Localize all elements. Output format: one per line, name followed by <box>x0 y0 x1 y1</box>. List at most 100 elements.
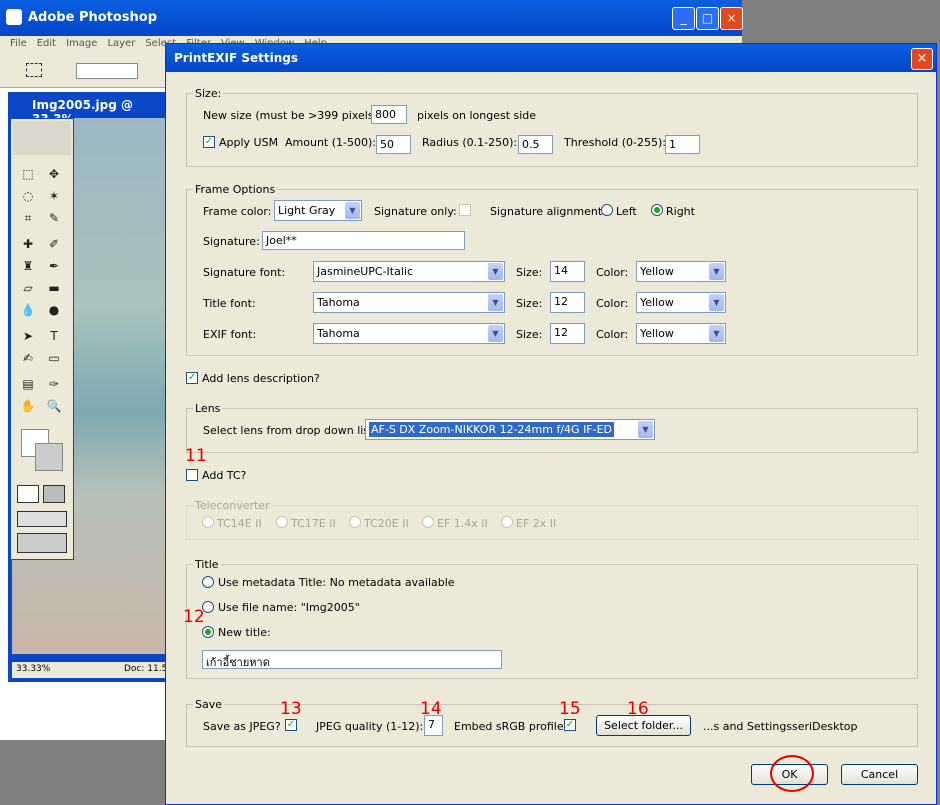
zoom-level[interactable]: 33.33% <box>16 664 50 674</box>
minimize-icon[interactable]: _ <box>672 7 695 30</box>
title-color-value: Yellow <box>640 296 674 309</box>
signature-only-checkbox[interactable] <box>459 204 471 216</box>
move-tool-icon[interactable]: ✥ <box>43 165 65 183</box>
healing-brush-icon[interactable]: ✚ <box>17 235 39 253</box>
selection-mode-icon[interactable] <box>76 63 138 79</box>
title-font-select[interactable]: Tahoma ▼ <box>313 292 505 313</box>
photoshop-feather-icon <box>13 121 71 155</box>
eraser-tool-icon[interactable]: ▱ <box>17 279 39 297</box>
standard-mode-icon[interactable] <box>17 485 39 503</box>
add-lens-label: Add lens description? <box>202 372 320 385</box>
embed-srgb-checkbox[interactable]: ✓ <box>564 719 576 731</box>
close-icon[interactable]: × <box>911 48 933 70</box>
gradient-tool-icon[interactable]: ▬ <box>43 279 65 297</box>
signature-color-value: Yellow <box>640 265 674 278</box>
chevron-down-icon[interactable]: ▼ <box>345 202 360 219</box>
amount-input[interactable]: 50 <box>376 135 411 154</box>
stamp-tool-icon[interactable]: ♜ <box>17 257 39 275</box>
marquee-option-icon[interactable] <box>26 63 42 77</box>
new-size-input[interactable]: 800 <box>371 105 407 124</box>
dodge-tool-icon[interactable]: ● <box>43 301 65 319</box>
ef14x-radio[interactable] <box>422 516 434 528</box>
signature-size-label: Size: <box>516 266 543 279</box>
shape-tool-icon[interactable]: ▭ <box>43 349 65 367</box>
align-right-label: Right <box>666 205 695 218</box>
photoshop-titlebar: Adobe Photoshop _ □ × <box>0 0 743 36</box>
threshold-label: Threshold (0-255): <box>564 136 666 149</box>
align-right-radio[interactable] <box>651 204 663 216</box>
magic-wand-icon[interactable]: ✶ <box>43 187 65 205</box>
photoshop-app-icon <box>6 9 22 25</box>
exif-font-select[interactable]: Tahoma ▼ <box>313 323 505 344</box>
radius-input[interactable]: 0.5 <box>518 135 553 154</box>
metadata-title-radio[interactable] <box>202 576 214 588</box>
path-select-icon[interactable]: ➤ <box>17 327 39 345</box>
chevron-down-icon[interactable]: ▼ <box>709 325 724 342</box>
annotation-13: 13 <box>280 699 302 719</box>
zoom-tool-icon[interactable]: 🔍 <box>43 397 65 415</box>
background-color-swatch[interactable] <box>35 443 63 471</box>
toolbox: ⬚ ✥ ◌ ✶ ⌗ ✎ ✚ ✐ ♜ ✒ ▱ ▬ 💧 ● ➤ T ✍ ▭ ▤ ✑ … <box>10 118 74 560</box>
jump-to-imageready-icon[interactable] <box>17 533 67 553</box>
type-tool-icon[interactable]: T <box>43 327 65 345</box>
hand-tool-icon[interactable]: ✋ <box>17 397 39 415</box>
save-jpeg-checkbox[interactable]: ✓ <box>285 719 297 731</box>
chevron-down-icon[interactable]: ▼ <box>488 325 503 342</box>
menu-edit[interactable]: Edit <box>37 38 56 49</box>
frame-color-select[interactable]: Light Gray ▼ <box>274 200 362 221</box>
history-brush-icon[interactable]: ✒ <box>43 257 65 275</box>
menu-image[interactable]: Image <box>66 38 97 49</box>
lens-select[interactable]: AF-S DX Zoom-NIKKOR 12-24mm f/4G IF-ED ▼ <box>365 419 655 440</box>
signature-color-select[interactable]: Yellow ▼ <box>636 261 726 282</box>
marquee-tool-icon[interactable]: ⬚ <box>17 165 39 183</box>
ok-highlight-circle <box>770 755 814 792</box>
exif-color-value: Yellow <box>640 327 674 340</box>
brush-tool-icon[interactable]: ✐ <box>43 235 65 253</box>
blur-tool-icon[interactable]: 💧 <box>17 301 39 319</box>
menu-layer[interactable]: Layer <box>107 38 135 49</box>
signature-size-input[interactable]: 14 <box>550 261 585 282</box>
maximize-icon[interactable]: □ <box>696 7 719 30</box>
pen-tool-icon[interactable]: ✍ <box>17 349 39 367</box>
exif-color-select[interactable]: Yellow ▼ <box>636 323 726 344</box>
align-left-label: Left <box>616 205 637 218</box>
jpeg-quality-input[interactable]: 7 <box>424 715 443 736</box>
select-folder-button[interactable]: Select folder... <box>596 715 691 736</box>
add-tc-checkbox[interactable] <box>186 469 198 481</box>
chevron-down-icon[interactable]: ▼ <box>638 421 653 438</box>
add-lens-checkbox[interactable]: ✓ <box>186 372 198 384</box>
title-color-select[interactable]: Yellow ▼ <box>636 292 726 313</box>
chevron-down-icon[interactable]: ▼ <box>488 294 503 311</box>
chevron-down-icon[interactable]: ▼ <box>709 294 724 311</box>
exif-size-input[interactable]: 12 <box>550 323 585 344</box>
screen-mode-icon[interactable] <box>17 511 67 527</box>
quick-mask-icon[interactable] <box>43 485 65 503</box>
tc14e-label: TC14E II <box>217 517 262 530</box>
signature-font-select[interactable]: JasmineUPC-Italic ▼ <box>313 261 505 282</box>
menu-file[interactable]: File <box>10 38 27 49</box>
chevron-down-icon[interactable]: ▼ <box>709 263 724 280</box>
title-size-input[interactable]: 12 <box>550 292 585 313</box>
new-title-radio[interactable] <box>202 626 214 638</box>
signature-input[interactable]: Joel** <box>262 231 465 250</box>
printexif-dialog: PrintEXIF Settings × Size: New size (mus… <box>165 43 937 805</box>
lasso-tool-icon[interactable]: ◌ <box>17 187 39 205</box>
lens-value: AF-S DX Zoom-NIKKOR 12-24mm f/4G IF-ED <box>369 422 615 437</box>
close-icon[interactable]: × <box>720 7 743 30</box>
exif-size-label: Size: <box>516 328 543 341</box>
align-left-radio[interactable] <box>601 204 613 216</box>
eyedropper-icon[interactable]: ✑ <box>43 375 65 393</box>
crop-tool-icon[interactable]: ⌗ <box>17 209 39 227</box>
slice-tool-icon[interactable]: ✎ <box>43 209 65 227</box>
new-title-input[interactable]: เก้าอี้ชายหาด <box>202 650 502 669</box>
tc20e-radio[interactable] <box>349 516 361 528</box>
notes-tool-icon[interactable]: ▤ <box>17 375 39 393</box>
apply-usm-checkbox[interactable]: ✓ <box>203 136 215 148</box>
filename-title-label: Use file name: "Img2005" <box>218 601 360 614</box>
tc14e-radio[interactable] <box>202 516 214 528</box>
threshold-input[interactable]: 1 <box>665 135 700 154</box>
ef2x-radio[interactable] <box>501 516 513 528</box>
chevron-down-icon[interactable]: ▼ <box>488 263 503 280</box>
cancel-button[interactable]: Cancel <box>841 764 918 785</box>
tc17e-radio[interactable] <box>276 516 288 528</box>
